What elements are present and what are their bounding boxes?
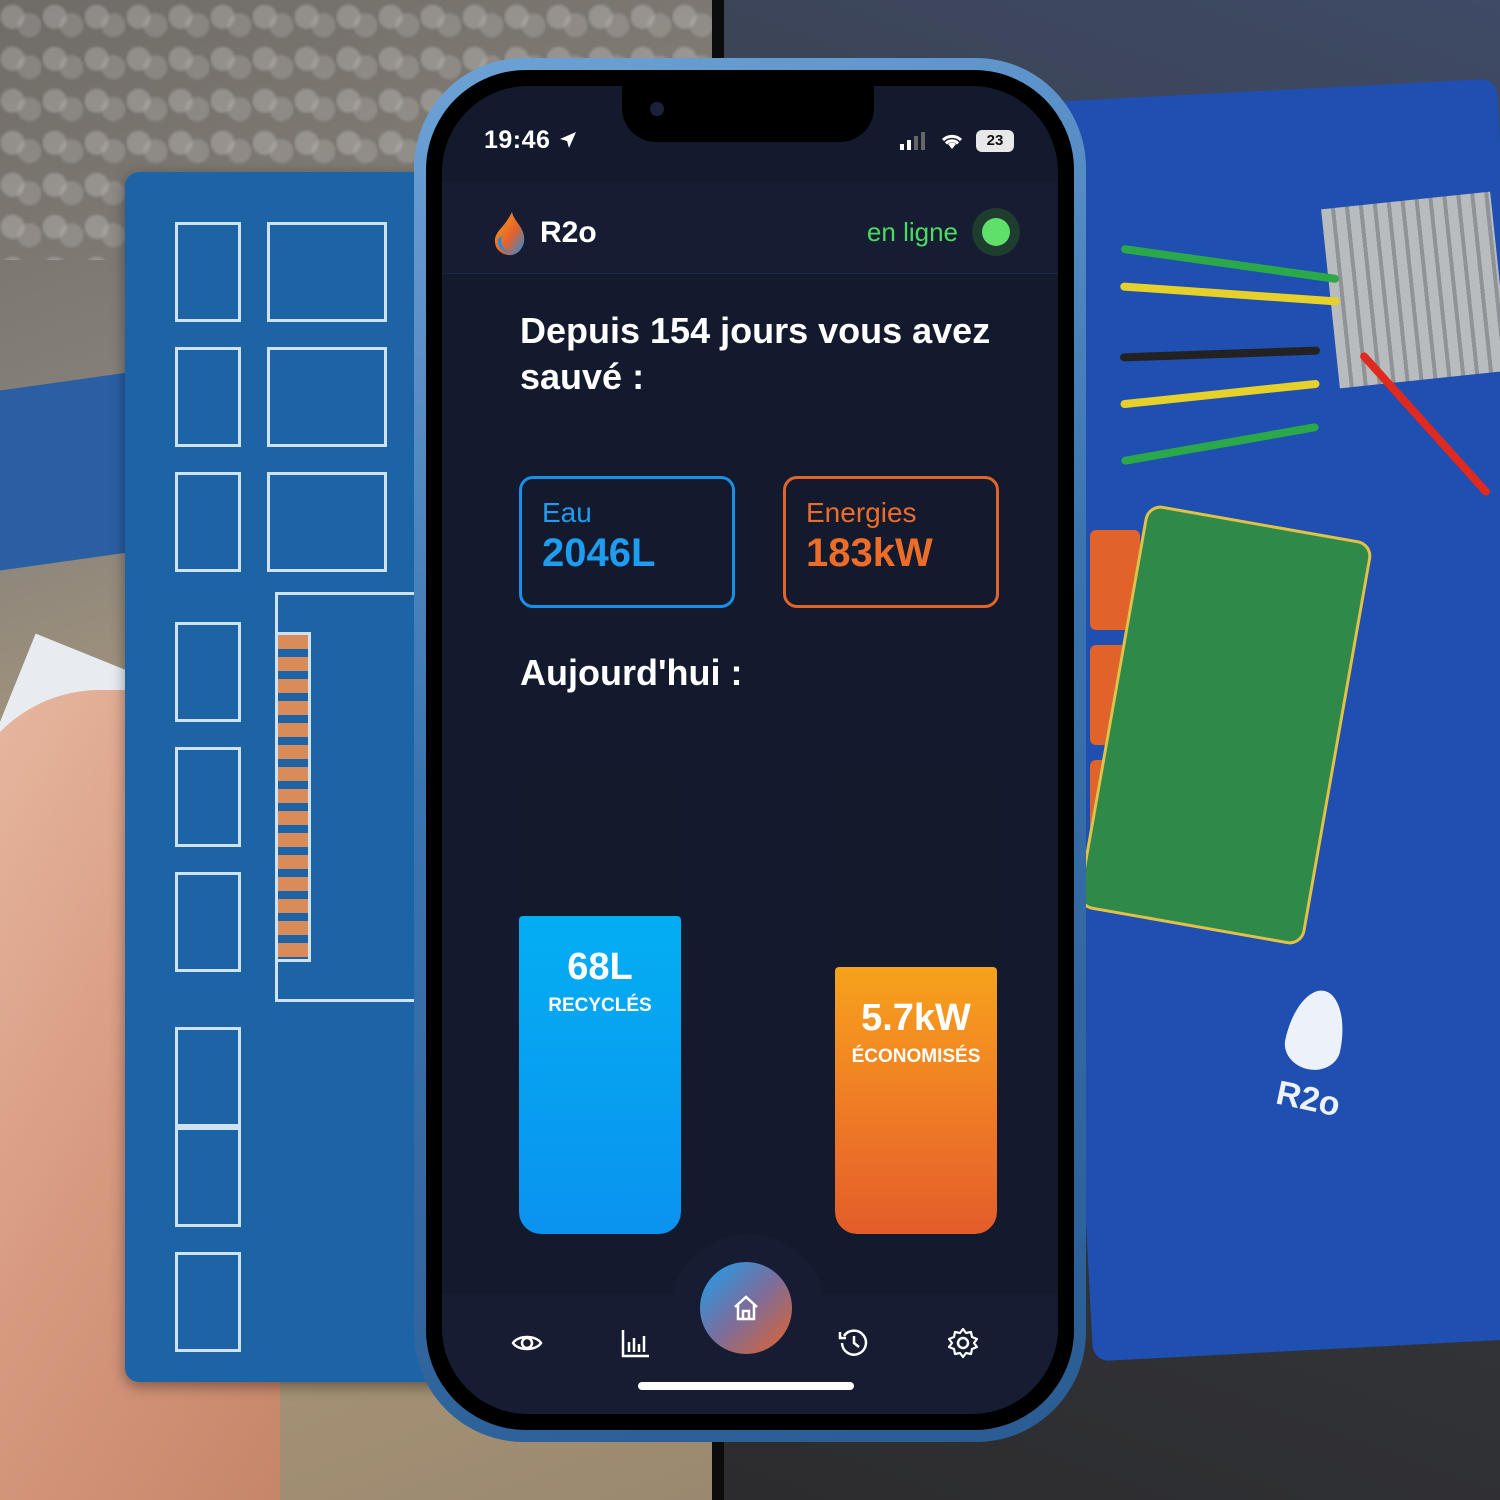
pcb-terminal [175, 1127, 241, 1227]
home-indicator[interactable] [638, 1382, 854, 1390]
pcb-terminal [175, 622, 241, 722]
flame-logo-icon [494, 212, 525, 256]
water-total-label: Eau [542, 497, 592, 528]
energy-total-label: Energies [806, 497, 917, 528]
water-today-bar: 68L RECYCLÉS [519, 766, 681, 1234]
pcb-terminal [175, 472, 241, 572]
home-icon [734, 1295, 758, 1321]
status-bar-time: 19:46 [484, 126, 578, 155]
connection-status: en ligne [867, 208, 1020, 256]
water-today-fill: 68L RECYCLÉS [519, 916, 681, 1234]
energy-total-card[interactable]: Energies 183kW [783, 476, 999, 608]
pcb-terminal [175, 347, 241, 447]
phone: 19:46 23 R2o en ligne Depuis 154 jours v… [414, 58, 1086, 1442]
pcb-terminal [175, 747, 241, 847]
pcb-relay-footprint [267, 347, 387, 447]
eye-icon[interactable] [510, 1326, 544, 1360]
pcb-gpio-header [275, 632, 311, 962]
pcb-relay-footprint [267, 472, 387, 572]
water-total-value: 2046L [542, 531, 656, 575]
brand: R2o [492, 210, 597, 256]
energy-today-bar: 5.7kW ÉCONOMISÉS [835, 766, 997, 1234]
water-today-caption: RECYCLÉS [548, 995, 652, 1016]
energy-today-value: 5.7kW [861, 997, 971, 1039]
gear-icon[interactable] [946, 1326, 980, 1360]
pcb-terminal [175, 1252, 241, 1352]
phone-bezel: 19:46 23 R2o en ligne Depuis 154 jours v… [426, 70, 1074, 1430]
home-tab-button[interactable] [700, 1262, 792, 1354]
energy-today-caption: ÉCONOMISÉS [851, 1046, 981, 1067]
chart-icon[interactable] [619, 1326, 653, 1360]
signal-icon [900, 132, 925, 150]
status-bar-right: 23 [900, 130, 1014, 152]
battery-indicator: 23 [976, 130, 1014, 152]
pcb-terminal [175, 222, 241, 322]
phone-screen: 19:46 23 R2o en ligne Depuis 154 jours v… [442, 86, 1058, 1414]
notch [622, 86, 874, 142]
energy-total-value: 183kW [806, 531, 933, 575]
pcb-terminal [175, 872, 241, 972]
pcb-relay-footprint [267, 222, 387, 322]
app-header: R2o en ligne [442, 182, 1058, 274]
water-today-value: 68L [567, 946, 633, 988]
summary-headline: Depuis 154 jours vous avez sauvé : [520, 310, 991, 397]
location-arrow-icon [559, 132, 576, 148]
wifi-icon [941, 134, 963, 149]
app-title: R2o [540, 216, 597, 249]
pcb-terminal [175, 1027, 241, 1127]
online-indicator-dot [972, 208, 1020, 256]
water-total-card[interactable]: Eau 2046L [519, 476, 735, 608]
front-camera [650, 102, 664, 116]
today-heading: Aujourd'hui : [520, 652, 743, 693]
heatsink [1321, 191, 1500, 389]
history-icon[interactable] [837, 1326, 871, 1360]
energy-today-fill: 5.7kW ÉCONOMISÉS [835, 967, 997, 1234]
connection-status-label: en ligne [866, 216, 958, 247]
